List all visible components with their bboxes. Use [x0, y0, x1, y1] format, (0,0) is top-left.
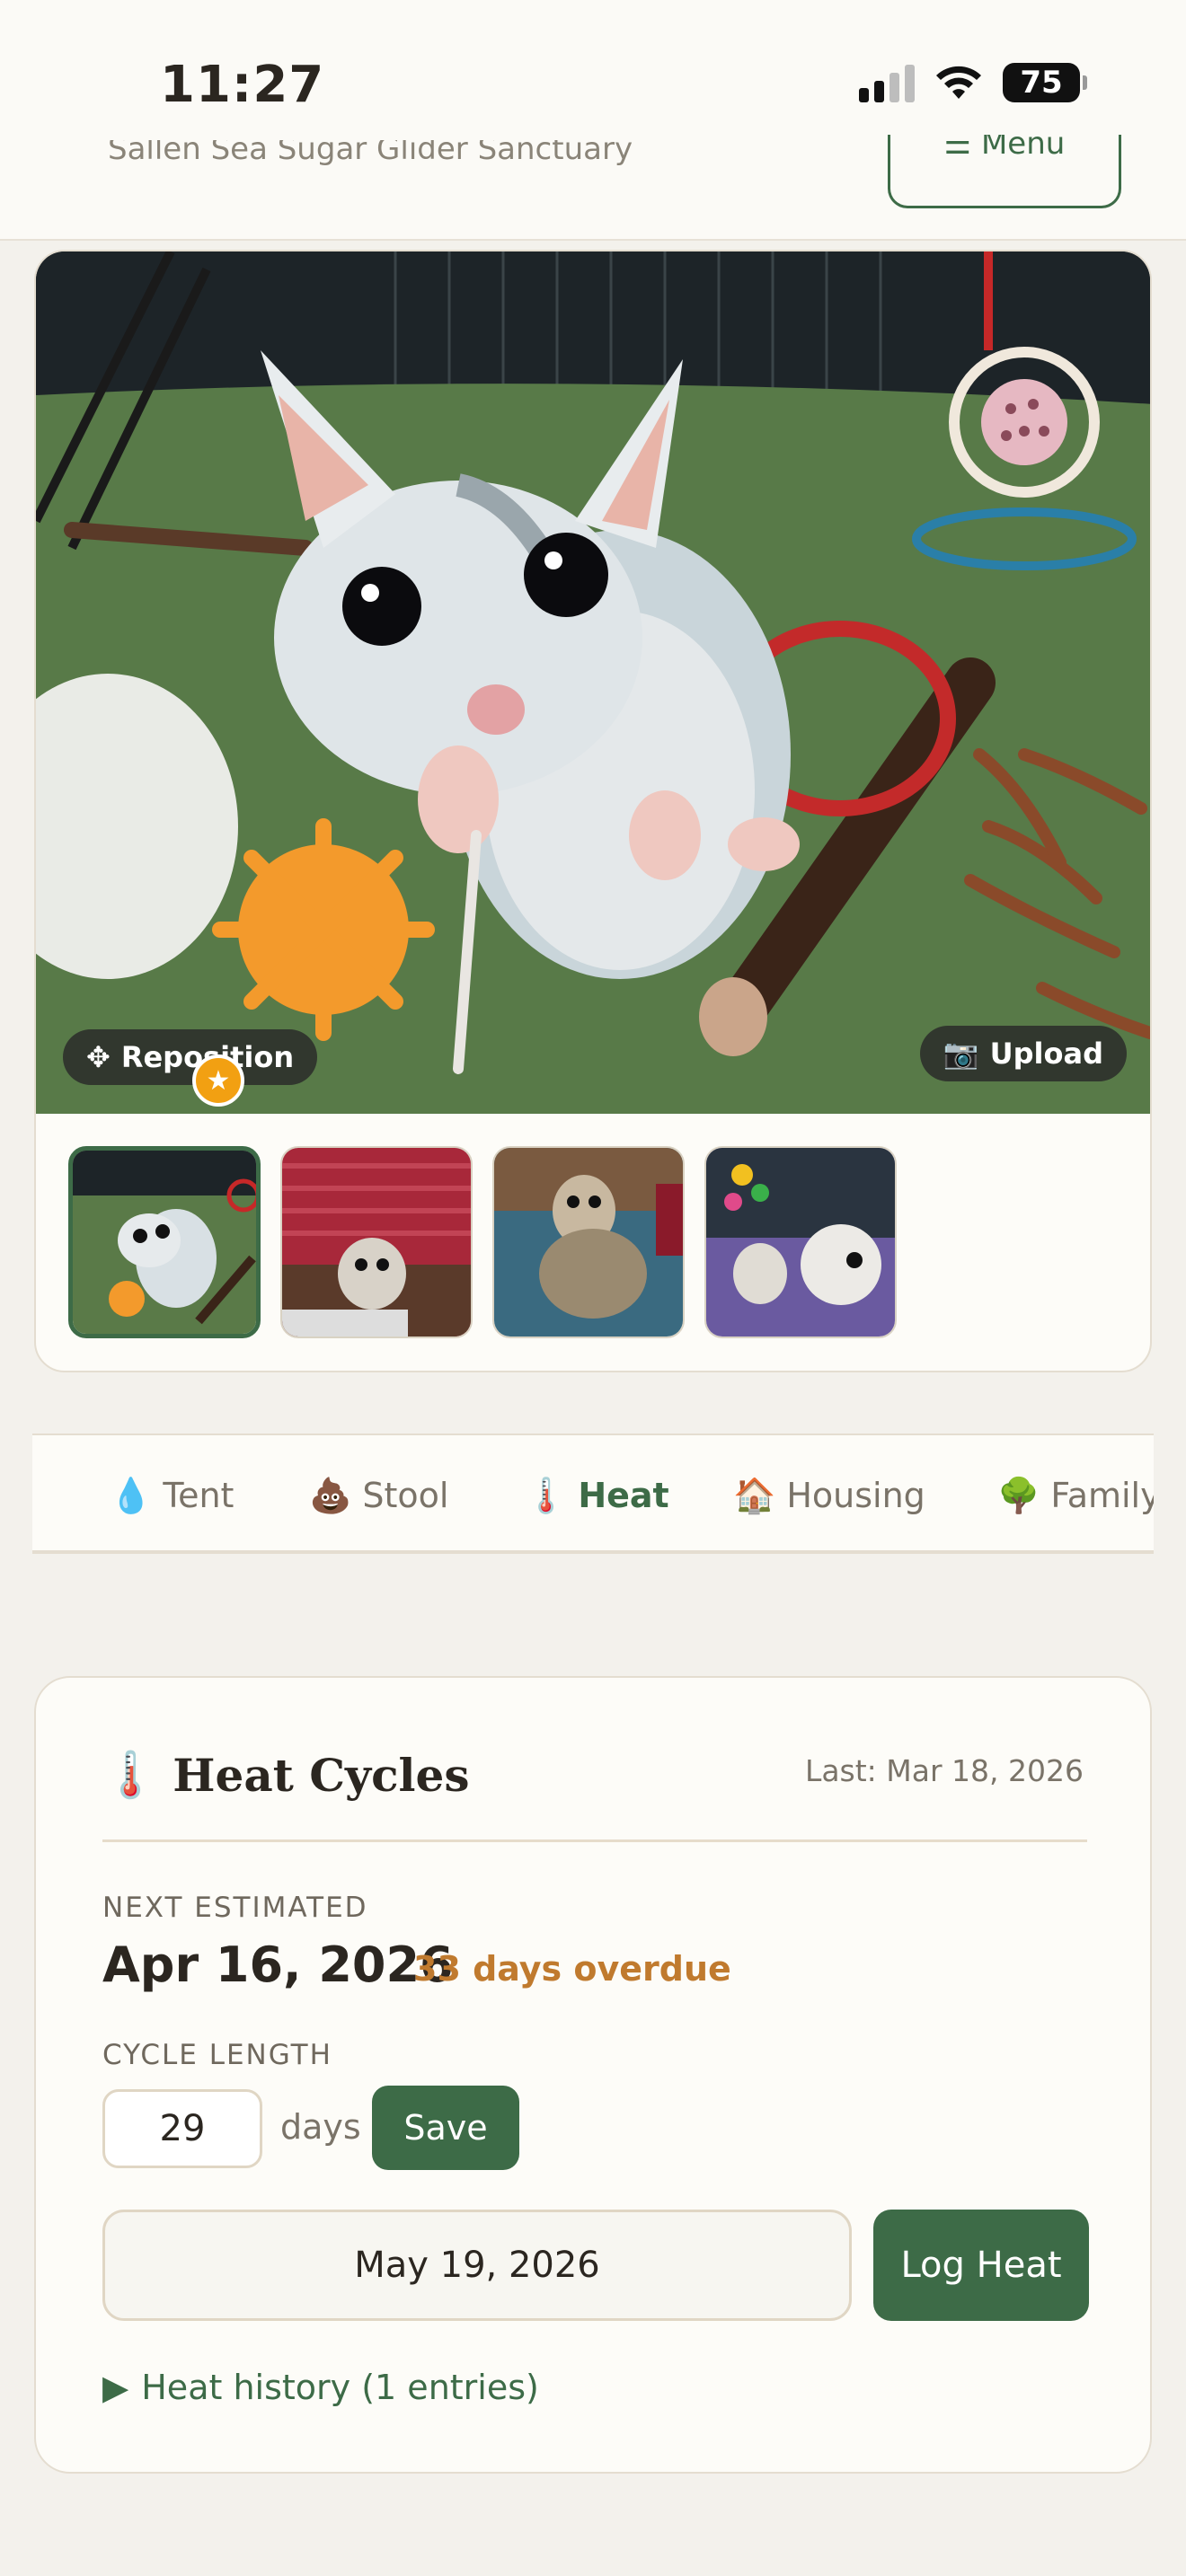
heat-cycles-heading: 🌡️ Heat Cycles — [102, 1748, 469, 1802]
tab-family-label: Family — [1050, 1476, 1154, 1515]
thumbnail-4[interactable] — [704, 1146, 897, 1338]
droplet-icon: 💧 — [110, 1475, 153, 1515]
heat-cycles-title: Heat Cycles — [173, 1748, 470, 1802]
move-icon: ✥ — [86, 1040, 111, 1074]
tab-housing-label: Housing — [786, 1476, 925, 1515]
section-tabs: 💧 Tent 💩 Stool 🌡️ Heat 🏠 Housing 🌳 Famil… — [32, 1434, 1154, 1554]
primary-star-icon: ★ — [192, 1054, 244, 1107]
log-heat-button[interactable]: Log Heat — [873, 2210, 1089, 2321]
next-estimated-label: NEXT ESTIMATED — [102, 1892, 368, 1924]
thermometer-icon: 🌡️ — [525, 1475, 568, 1515]
triangle-right-icon: ▶ — [102, 2368, 129, 2407]
thumbnail-1-image — [73, 1151, 256, 1334]
tree-icon: 🌳 — [997, 1475, 1040, 1515]
thermometer-icon: 🌡️ — [102, 1748, 159, 1801]
menu-button-label: ☰ Menu — [943, 135, 1066, 162]
sugar-glider-photo — [36, 251, 1150, 1114]
thumbnail-4-image — [706, 1148, 895, 1337]
overdue-status: 33 days overdue — [413, 1949, 731, 1989]
cycle-length-input[interactable]: 29 — [102, 2089, 262, 2168]
heat-history-toggle[interactable]: ▶ Heat history (1 entries) — [102, 2368, 539, 2407]
poop-icon: 💩 — [309, 1475, 352, 1515]
thumbnail-2[interactable] — [280, 1146, 473, 1338]
log-heat-label: Log Heat — [900, 2245, 1062, 2286]
tab-housing[interactable]: 🏠 Housing — [733, 1435, 925, 1550]
photo-card: ✥ Reposition 📷 Upload — [34, 250, 1152, 1372]
tab-heat[interactable]: 🌡️ Heat — [525, 1435, 669, 1550]
status-time: 11:27 — [160, 56, 325, 114]
page-title-clipped: Sallen Sea Sugar Glider Sanctuary — [108, 140, 633, 167]
tab-heat-label: Heat — [578, 1476, 669, 1515]
heat-cycles-card: 🌡️ Heat Cycles Last: Mar 18, 2026 NEXT E… — [34, 1676, 1152, 2474]
hero-photo[interactable]: ✥ Reposition 📷 Upload — [36, 251, 1150, 1114]
heat-history-label: Heat history (1 entries) — [141, 2368, 539, 2407]
battery-icon: 75 — [1003, 63, 1087, 102]
tab-family[interactable]: 🌳 Family — [997, 1435, 1154, 1550]
thumbnail-3-image — [494, 1148, 683, 1337]
status-icons: 75 — [859, 63, 1087, 102]
save-cycle-label: Save — [403, 2108, 488, 2148]
wifi-icon — [936, 66, 981, 99]
reposition-button[interactable]: ✥ Reposition — [63, 1029, 318, 1085]
upload-button[interactable]: 📷 Upload — [919, 1026, 1127, 1081]
battery-level: 75 — [1020, 65, 1063, 101]
photo-thumbnails — [68, 1146, 897, 1338]
next-estimated-date: Apr 16, 2026 — [102, 1936, 454, 1993]
tab-stool-label: Stool — [362, 1476, 449, 1515]
menu-button[interactable]: ☰ Menu — [888, 135, 1121, 208]
upload-label: Upload — [989, 1037, 1103, 1071]
tab-tent[interactable]: 💧 Tent — [110, 1435, 235, 1550]
save-cycle-button[interactable]: Save — [372, 2086, 519, 2170]
divider — [102, 1839, 1087, 1842]
days-unit-label: days — [280, 2107, 361, 2147]
camera-icon: 📷 — [943, 1037, 979, 1071]
tab-tent-label: Tent — [163, 1476, 235, 1515]
thumbnail-3[interactable] — [492, 1146, 685, 1338]
last-heat-date: Last: Mar 18, 2026 — [804, 1753, 1084, 1788]
thumbnail-2-image — [282, 1148, 471, 1337]
thumbnail-1[interactable] — [68, 1146, 261, 1338]
top-bar: 11:27 75 Sallen Sea Sugar Glider Sanctua… — [0, 0, 1186, 241]
cycle-length-label: CYCLE LENGTH — [102, 2039, 332, 2071]
heat-date-input[interactable]: May 19, 2026 — [102, 2210, 852, 2321]
tab-stool[interactable]: 💩 Stool — [309, 1435, 449, 1550]
house-icon: 🏠 — [733, 1475, 776, 1515]
cellular-signal-icon — [859, 63, 915, 102]
